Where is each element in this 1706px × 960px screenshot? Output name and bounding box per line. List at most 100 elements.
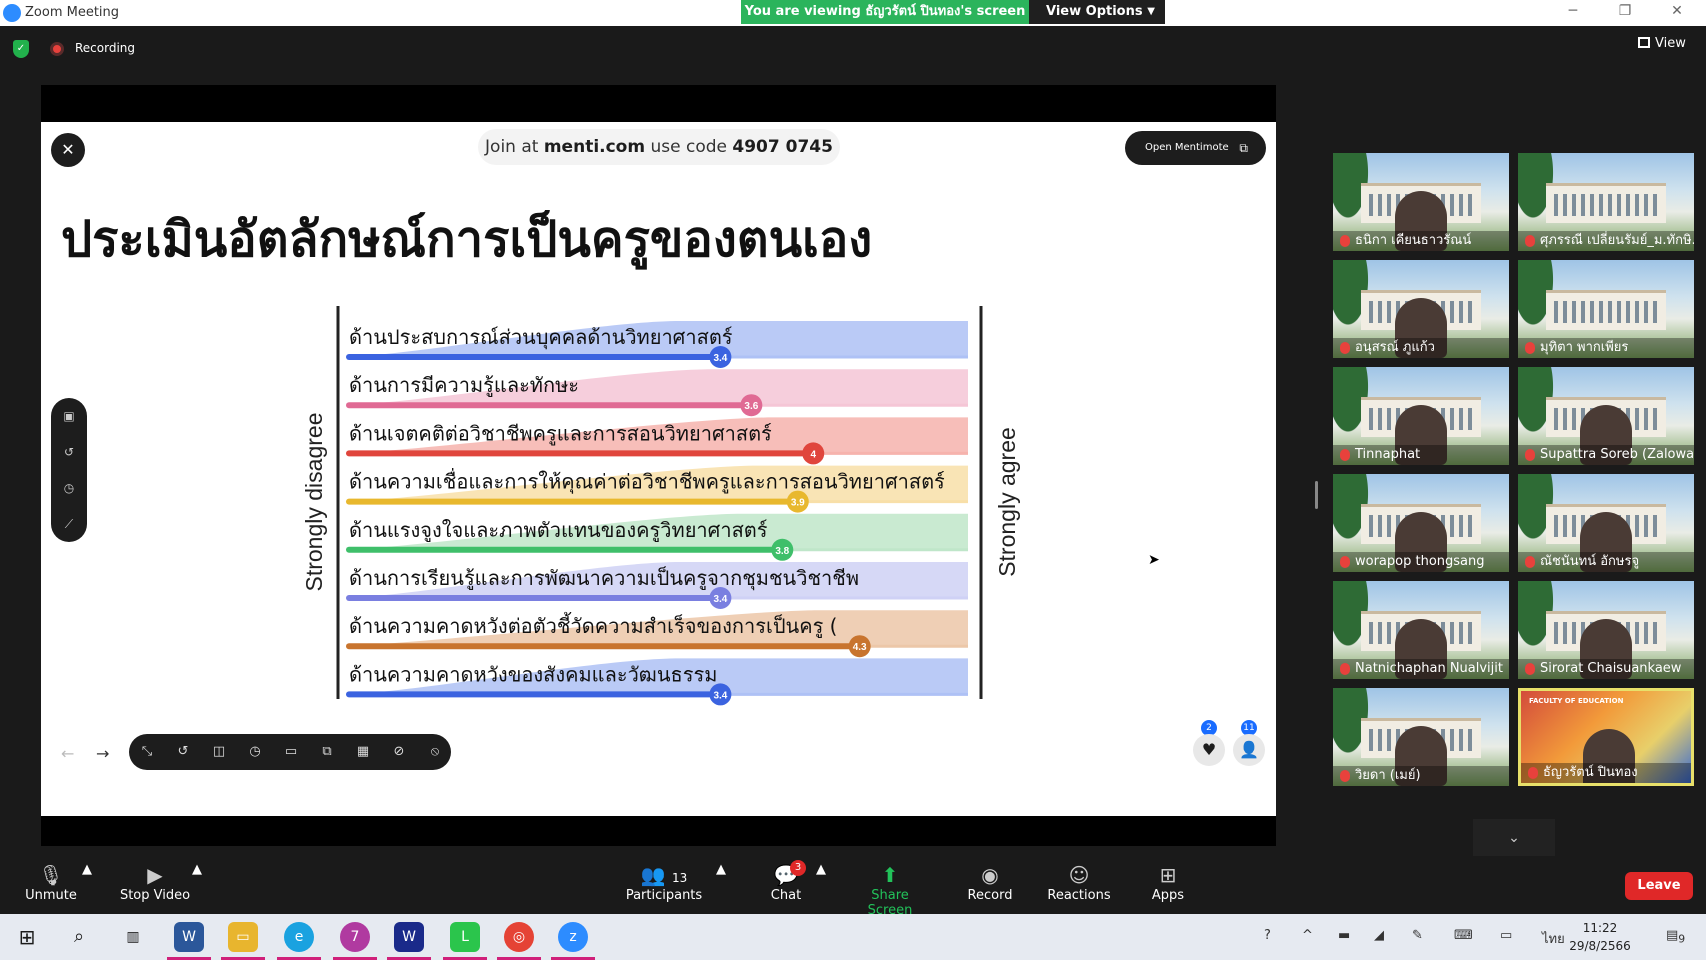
next-slide-icon[interactable]: → [96, 744, 109, 763]
fullscreen-icon[interactable]: ⤡ [129, 734, 165, 770]
participant-tile[interactable]: Tinnaphat [1333, 367, 1509, 465]
video-options-chevron-icon[interactable]: ▲ [192, 862, 202, 877]
participant-tile[interactable]: มุทิตา พากเพียร [1518, 260, 1694, 358]
task-view-icon[interactable]: ▥ [118, 922, 148, 952]
search-icon[interactable]: ⌕ [64, 922, 94, 952]
timer-icon[interactable]: ◷ [51, 470, 87, 506]
close-window-button[interactable]: ✕ [1662, 3, 1692, 19]
presenter-toolbar: ⤡ ↺ ◫ ◷ ▭ ⧉ ▦ ⊘ ⦸ [129, 734, 451, 770]
battery-icon[interactable]: ▬ [1338, 928, 1350, 943]
score-value-label: 4.3 [853, 642, 867, 653]
hide-results-icon[interactable]: ◫ [201, 734, 237, 770]
leave-button[interactable]: Leave [1625, 872, 1693, 900]
person-icon[interactable]: 👤 [1233, 734, 1265, 766]
participant-tile[interactable]: Natnichaphan Nualvijit [1333, 581, 1509, 679]
mic-muted-icon [1340, 663, 1350, 675]
record-button[interactable]: ◉ Record [965, 862, 1015, 903]
help-icon[interactable]: ? [1264, 928, 1271, 943]
reset-results-icon[interactable]: ↺ [165, 734, 201, 770]
mic-muted-icon [1340, 449, 1350, 461]
participant-tile[interactable]: วิยดา (เมย์) [1333, 688, 1509, 786]
hide-icon[interactable]: ⊘ [381, 734, 417, 770]
scale-right-label: Strongly agree [994, 427, 1020, 577]
reactions-button[interactable]: ☺ Reactions [1047, 862, 1111, 903]
score-value-label: 3.6 [744, 401, 758, 412]
clock-date: 29/8/2566 [1569, 939, 1631, 953]
countdown-icon[interactable]: ◷ [237, 734, 273, 770]
clock-time: 11:22 [1582, 921, 1618, 935]
participant-tile[interactable]: อนุสรณ์ ภูแก้ว [1333, 260, 1509, 358]
chat-label: Chat [770, 888, 802, 903]
participant-tile[interactable]: FACULTY OF EDUCATION ธัญวรัตน์ ปินทอง [1518, 688, 1694, 786]
grid-icon[interactable]: ▦ [345, 734, 381, 770]
side-toolbar: ▣ ↺ ◷ ⟋ [51, 398, 87, 542]
participants-options-chevron-icon[interactable]: ▲ [716, 862, 726, 877]
participant-tile[interactable]: Supattra Soreb (Zalowa) [1518, 367, 1694, 465]
tile-caption: FACULTY OF EDUCATION [1529, 697, 1624, 705]
app-icon[interactable]: 7 [340, 922, 370, 952]
view-button[interactable]: View [1638, 36, 1686, 51]
meeting-area: ✓ Recording View ✕ Join at menti.com use… [0, 26, 1706, 857]
webex-icon[interactable]: W [394, 922, 424, 952]
participant-name: วิยดา (เมย์) [1333, 766, 1509, 786]
file-explorer-icon[interactable]: ▭ [228, 922, 258, 952]
language-indicator[interactable]: ไทย [1542, 928, 1565, 949]
audio-options-chevron-icon[interactable]: ▲ [82, 862, 92, 877]
copy-icon[interactable]: ▣ [51, 398, 87, 434]
mic-muted-icon [1340, 556, 1350, 568]
zoom-taskbar-icon[interactable]: z [558, 922, 588, 952]
chrome-icon[interactable]: ◎ [504, 922, 534, 952]
clock[interactable]: 11:22 29/8/2566 [1565, 919, 1635, 955]
chevron-up-icon[interactable]: ^ [1302, 928, 1313, 943]
restore-button[interactable]: ❐ [1610, 3, 1640, 19]
view-options-button[interactable]: View Options ▼ [1029, 0, 1165, 24]
participant-tile[interactable]: Sirorat Chaisuankaew [1518, 581, 1694, 679]
windows-start-icon[interactable]: ⊞ [12, 922, 42, 952]
category-label: ด้านแรงจูงใจและภาพตัวแทนของครูวิทยาศาสตร… [349, 518, 768, 543]
participants-button[interactable]: 👥 13 Participants [622, 862, 706, 903]
stop-video-button[interactable]: ▶ Stop Video [118, 862, 192, 903]
category-label: ด้านความเชื่อและการให้คุณค่าต่อวิชาชีพคร… [349, 468, 945, 495]
heart-icon[interactable]: ♥ [1193, 734, 1225, 766]
qna-icon[interactable]: ⧉ [309, 734, 345, 770]
display-icon[interactable]: ▭ [1500, 928, 1512, 943]
line-icon[interactable]: L [450, 922, 480, 952]
apps-button[interactable]: ⊞ Apps [1148, 862, 1188, 903]
share-screen-button[interactable]: ⬆ Share Screen [848, 862, 932, 918]
participant-name: Supattra Soreb (Zalowa) [1518, 445, 1694, 465]
participant-tile[interactable]: worapop thongsang [1333, 474, 1509, 572]
score-value-label: 3.4 [713, 594, 727, 605]
comments-icon[interactable]: ▭ [273, 734, 309, 770]
scale-chart: Strongly disagree Strongly agree ด้านประสบ… [301, 306, 1020, 706]
participant-name: อนุสรณ์ ภูแก้ว [1333, 338, 1509, 358]
shared-screen-bottom-border [41, 816, 1276, 846]
reset-icon[interactable]: ↺ [51, 434, 87, 470]
unmute-button[interactable]: 🎙 Unmute [22, 862, 80, 903]
keyboard-icon[interactable]: ⌨ [1454, 928, 1473, 943]
word-icon[interactable]: W [174, 922, 204, 952]
block-icon[interactable]: ⦸ [417, 734, 453, 770]
previous-slide-icon[interactable]: ← [61, 744, 74, 763]
chevron-down-icon[interactable]: ⌄ [1473, 819, 1555, 857]
score-value-label: 3.4 [713, 690, 727, 701]
edge-icon[interactable]: e [284, 922, 314, 952]
trend-icon[interactable]: ⟋ [51, 506, 87, 542]
shield-icon[interactable]: ✓ [13, 40, 29, 58]
meeting-toolbar: 🎙 Unmute ▲ ▶ Stop Video ▲ 👥 13 Participa… [0, 856, 1706, 918]
participant-tile[interactable]: ณัชนันทน์ อักษรจู [1518, 474, 1694, 572]
minimize-button[interactable]: ─ [1558, 3, 1588, 19]
network-icon[interactable]: ◢ [1374, 928, 1384, 943]
score-value-label: 3.4 [713, 353, 727, 364]
resize-handle[interactable] [1315, 481, 1318, 509]
view-options-label: View Options [1046, 4, 1143, 19]
pen-icon[interactable]: ✎ [1412, 928, 1423, 943]
notifications-icon[interactable]: ▤9 [1666, 928, 1685, 946]
chat-button[interactable]: 💬 Chat 3 [766, 860, 806, 903]
participant-tile[interactable]: ศุภรรณี เปลี่ยนรัมย์_ม.ทักษิ... [1518, 153, 1694, 251]
background-building [1546, 290, 1666, 330]
participants-label: Participants [625, 888, 703, 903]
participant-tile[interactable]: ธนิกา เคียนธาวรัณน์ [1333, 153, 1509, 251]
chat-options-chevron-icon[interactable]: ▲ [816, 862, 826, 877]
participant-name: Natnichaphan Nualvijit [1333, 659, 1509, 679]
mic-muted-icon [1528, 767, 1538, 779]
